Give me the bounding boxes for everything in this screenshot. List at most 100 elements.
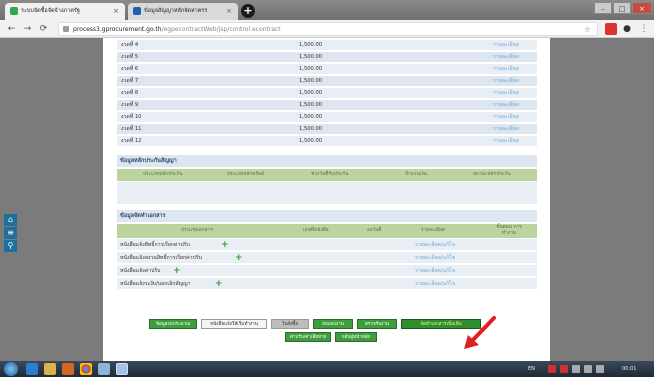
menu-icon[interactable]: ≡ [4, 227, 17, 239]
guarantee-table-body [117, 182, 537, 204]
tab-strip: ระบบจัดซื้อจัดจ้างภาครัฐ × ข้อมูลสัญญาหล… [0, 0, 654, 20]
address-bar: ← → ⟳ process3.gprocurement.go.th/egpeco… [0, 20, 654, 38]
column-header: รายละเอียด [421, 228, 446, 233]
document-row: หนังสือแจ้งระงับ/บอกเลิกสัญญา + รายละเอี… [117, 278, 537, 290]
volume-icon[interactable] [596, 365, 604, 373]
guarantee-table-header: ประเภทหลักประกัน ประเภทหลักทรัพย์ ช่วงวั… [117, 169, 537, 181]
menu-dots-icon[interactable]: ⋮ [638, 23, 650, 35]
installment-detail-link[interactable]: รายละเอียด [493, 40, 519, 51]
column-header: ประเภทเอกสาร [181, 228, 213, 233]
installment-detail-link[interactable]: รายละเอียด [493, 100, 519, 111]
back-to-main-button[interactable]: กลับสู่หน้าหลัก [335, 332, 377, 342]
url-host: process3.gprocurement.go.th [73, 26, 162, 33]
language-indicator[interactable]: EN [528, 361, 535, 377]
media-icon[interactable] [62, 363, 74, 375]
page-viewport: ⌂ ≡ ⚲ งวดที่ 4 1,500.00 รายละเอียด งวดที่ … [0, 38, 654, 361]
installment-row: งวดที่ 6 1,500.00 รายละเอียด [117, 64, 537, 75]
url-path: /egpecontractWeb/jsp/control.econtract [161, 26, 281, 33]
column-header: เลขที่หนังสือ [303, 228, 329, 233]
bookmark-star-icon[interactable]: ☆ [584, 23, 591, 36]
guarantee-section-title: ข้อมูลหลักประกันสัญญา [117, 155, 537, 167]
installment-detail-link[interactable]: รายละเอียด [493, 52, 519, 63]
document-row: หนังสือแจ้งค่าปรับ + รายละเอียด/แก้ไข [117, 265, 537, 277]
penalty-button[interactable]: ค่าปรับ/ค่าเสียหาย [285, 332, 331, 342]
column-header: ช่วงวันที่รับประกัน [311, 172, 349, 177]
tray-app-icon[interactable] [560, 365, 568, 373]
reload-button[interactable]: ⟳ [38, 23, 49, 35]
explorer-icon[interactable] [44, 363, 56, 375]
tab-close-icon[interactable]: × [226, 3, 232, 20]
installment-row: งวดที่ 7 1,500.00 รายละเอียด [117, 76, 537, 87]
document-detail-link[interactable]: รายละเอียด/แก้ไข [415, 265, 455, 277]
account-icon[interactable]: ● [621, 23, 633, 35]
installment-detail-link[interactable]: รายละเอียด [493, 136, 519, 147]
installment-row: งวดที่ 4 1,500.00 รายละเอียด [117, 40, 537, 51]
document-detail-link[interactable]: รายละเอียด/แก้ไข [415, 278, 455, 290]
browser-window: ระบบจัดซื้อจัดจ้างภาครัฐ × ข้อมูลสัญญาหล… [0, 0, 654, 377]
back-button[interactable]: ← [6, 23, 17, 35]
document-detail-link[interactable]: รายละเอียด/แก้ไข [415, 252, 455, 264]
installment-row: งวดที่ 10 1,500.00 รายละเอียด [117, 112, 537, 123]
installment-detail-link[interactable]: รายละเอียด [493, 88, 519, 99]
flag-icon[interactable] [584, 365, 592, 373]
inspect-work-button[interactable]: ตรวจรับงาน [357, 319, 397, 329]
add-document-icon[interactable]: + [235, 254, 243, 263]
column-header: ประเภทหลักประกัน [143, 172, 183, 177]
add-document-icon[interactable]: + [221, 241, 229, 250]
tab-close-icon[interactable]: × [113, 3, 119, 20]
maximize-button[interactable]: □ [613, 2, 631, 14]
installment-detail-link[interactable]: รายละเอียด [493, 64, 519, 75]
document-detail-link[interactable]: รายละเอียด/แก้ไข [415, 239, 455, 251]
minimize-button[interactable]: – [594, 2, 612, 14]
column-header: สถานะหลักประกัน [473, 172, 511, 177]
purchase-order-button[interactable]: ใบสั่งซื้อ [271, 319, 309, 329]
installment-row: งวดที่ 9 1,500.00 รายละเอียด [117, 100, 537, 111]
installment-row: งวดที่ 8 1,500.00 รายละเอียด [117, 88, 537, 99]
start-work-notice-button[interactable]: หนังสือแจ้งให้เริ่มทำงาน [201, 319, 267, 329]
tab-title: ข้อมูลสัญญาหลักจัดหาครร [144, 8, 208, 14]
contract-favicon-icon [133, 7, 141, 15]
home-icon[interactable]: ⌂ [4, 214, 17, 226]
installment-detail-link[interactable]: รายละเอียด [493, 76, 519, 87]
new-tab-button[interactable]: + [241, 4, 255, 18]
search-icon[interactable]: ⚲ [4, 240, 17, 252]
column-header: ขั้นตอน การทำงาน [496, 225, 522, 236]
tab-egp[interactable]: ระบบจัดซื้อจัดจ้างภาครัฐ × [5, 3, 125, 20]
installment-row: งวดที่ 11 1,500.00 รายละเอียด [117, 124, 537, 135]
url-input[interactable]: process3.gprocurement.go.th/egpecontract… [58, 22, 598, 36]
installment-row: งวดที่ 5 1,500.00 รายละเอียด [117, 52, 537, 63]
egp-favicon-icon [10, 7, 18, 15]
network-icon[interactable] [572, 365, 580, 373]
tab-title: ระบบจัดซื้อจัดจ้างภาครัฐ [21, 8, 80, 14]
contract-page: งวดที่ 4 1,500.00 รายละเอียด งวดที่ 5 1,500… [103, 38, 550, 361]
add-document-icon[interactable]: + [173, 267, 181, 276]
paint-icon[interactable] [98, 363, 110, 375]
tray-app-icon[interactable] [548, 365, 556, 373]
start-button[interactable] [4, 362, 18, 376]
document-row: หนังสือแจ้งสงวนสิทธิ์การเรียกค่าปรับ + ร… [117, 252, 537, 264]
window-icon[interactable] [116, 363, 128, 375]
documents-section-title: ข้อมูลจัดทำเอกสาร [117, 210, 537, 222]
ie-icon[interactable] [26, 363, 38, 375]
documents-table-header: ประเภทเอกสาร เลขที่หนังสือ ลงวันที่ รายล… [117, 224, 537, 238]
add-document-icon[interactable]: + [215, 280, 223, 289]
tab-contract[interactable]: ข้อมูลสัญญาหลักจัดหาครร × [128, 3, 238, 20]
column-header: จำนวนเงิน [405, 172, 428, 177]
installment-row: งวดที่ 12 1,500.00 รายละเอียด [117, 136, 537, 147]
column-header: ลงวันที่ [367, 228, 382, 233]
info-icon[interactable] [63, 26, 69, 32]
taskbar: EN 00:01 [0, 361, 654, 377]
column-header: ประเภทหลักทรัพย์ [227, 172, 264, 177]
deliver-work-button[interactable]: ส่งมอบงาน [313, 319, 353, 329]
budget-info-button[interactable]: ข้อมูลงบประมาณ [149, 319, 197, 329]
extension-icon[interactable] [605, 23, 617, 35]
installment-detail-link[interactable]: รายละเอียด [493, 112, 519, 123]
document-row: หนังสือแจ้งสิทธิ์การเรียกค่าปรับ + รายละ… [117, 239, 537, 251]
floating-side-toolbar: ⌂ ≡ ⚲ [4, 214, 17, 253]
chrome-icon[interactable] [80, 363, 92, 375]
installment-detail-link[interactable]: รายละเอียด [493, 124, 519, 135]
annotation-arrow-icon [464, 316, 496, 349]
clock[interactable]: 00:01 [622, 361, 636, 377]
forward-button[interactable]: → [22, 23, 33, 35]
close-window-button[interactable]: × [632, 2, 652, 14]
